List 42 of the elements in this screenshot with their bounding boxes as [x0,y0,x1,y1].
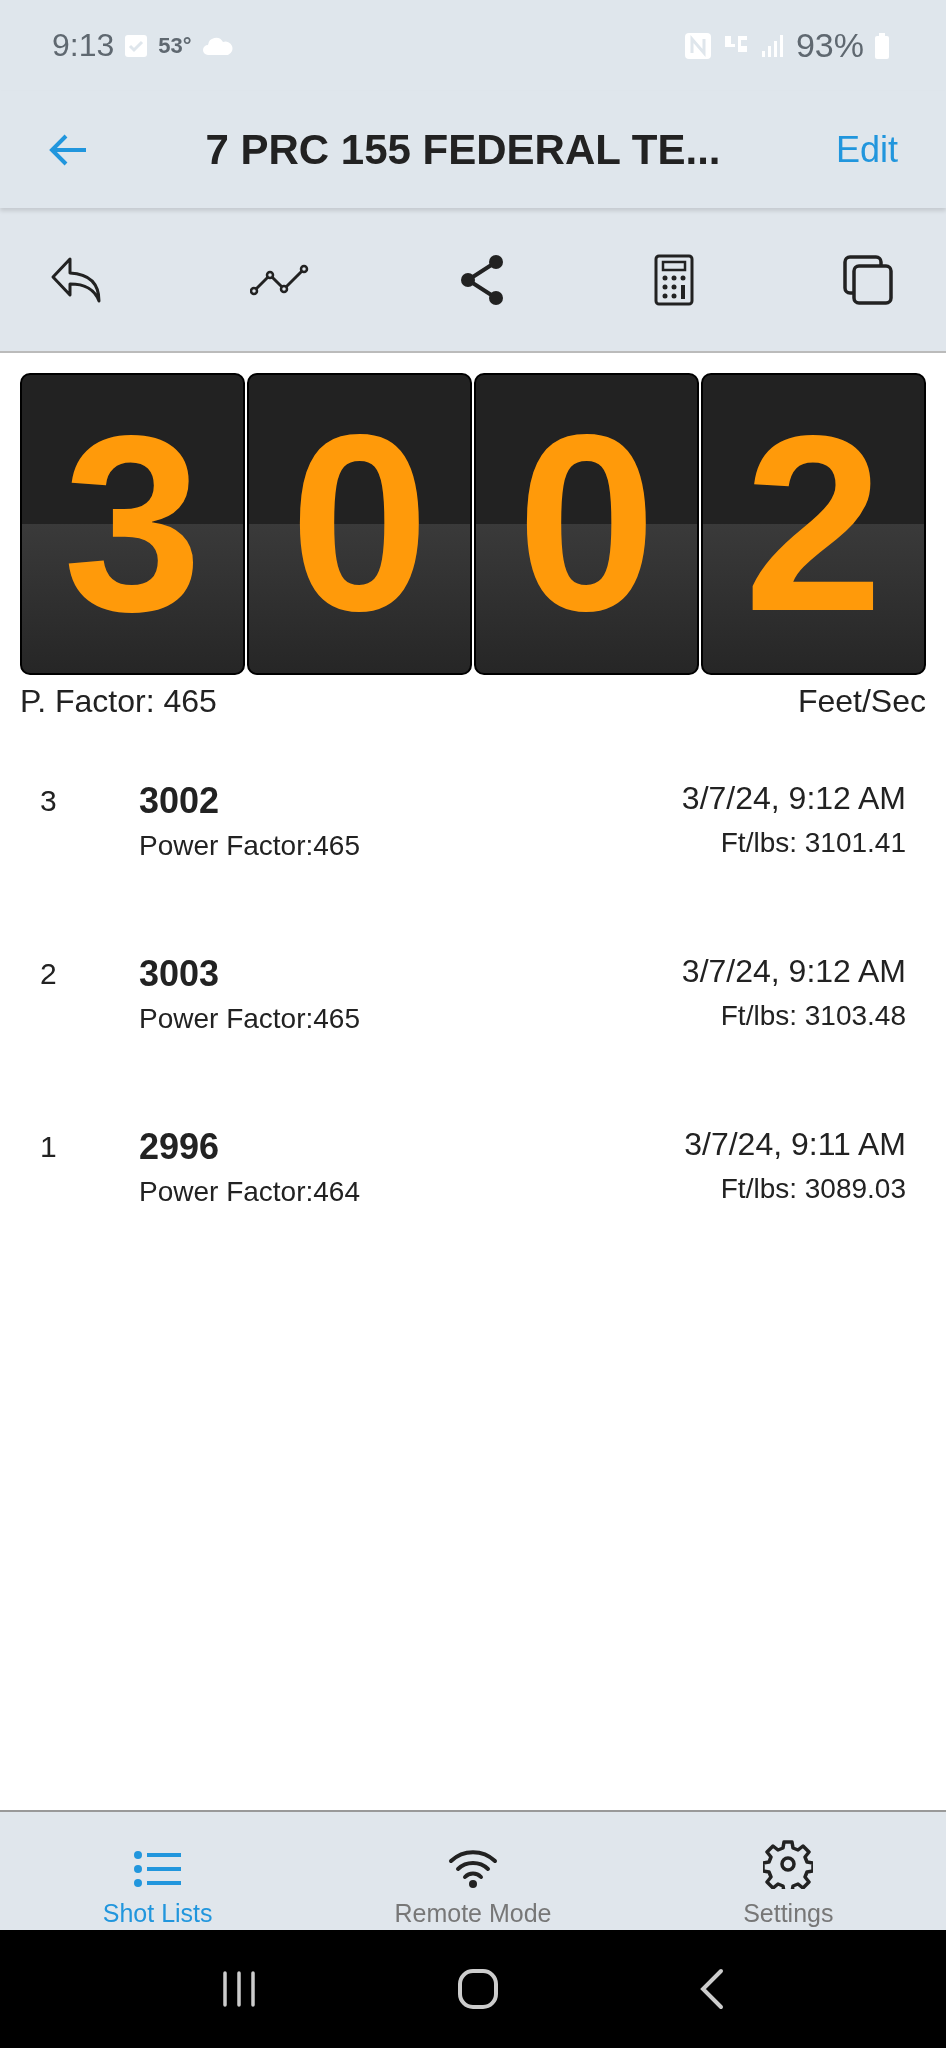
nav-tab[interactable]: Remote Mode [315,1812,631,1930]
shot-number: 3 [40,783,58,818]
shot-time: 3/7/24, 9:11 AM [684,1126,906,1163]
nfc-icon [683,31,712,60]
power-factor: Power Factor:464 [139,1176,361,1208]
share-icon[interactable] [458,253,506,306]
shot-time: 3/7/24, 9:12 AM [681,780,906,817]
shot-speed: 3002 [139,780,221,822]
power-factor: Power Factor:465 [139,1003,361,1035]
shot-number: 2 [40,956,58,991]
shot-speed: 2996 [139,1126,221,1168]
digit-tile: 0 [474,373,699,675]
battery-icon [874,32,890,59]
signal-icon [759,32,786,59]
shot-energy: Ft/lbs: 3089.03 [720,1173,906,1205]
edit-button[interactable]: Edit [835,128,898,171]
wifi-icon [448,1847,498,1889]
cloud-icon [201,35,234,56]
digit-tile: 3 [20,373,245,675]
shot-time: 3/7/24, 9:12 AM [681,953,906,990]
battery-level: 93% [795,26,864,65]
shot-speed: 3003 [139,953,221,995]
nav-tab[interactable]: Settings [630,1812,946,1930]
digit-tile: 0 [247,373,472,675]
digit-tile: 2 [701,373,926,675]
list-icon [132,1849,183,1889]
home-icon[interactable] [456,1967,500,2011]
settings-icon [763,1839,814,1889]
nav-tab[interactable]: Shot Lists [0,1812,316,1930]
copy-icon[interactable] [842,253,894,306]
unit-label: Feet/Sec [797,683,926,720]
shot-number: 1 [40,1129,58,1164]
page-title: 7 PRC 155 FEDERAL TE... [204,125,722,174]
shot-energy: Ft/lbs: 3101.41 [720,827,906,859]
shot-energy: Ft/lbs: 3103.48 [720,1000,906,1032]
temperature: 53° [158,32,192,59]
calculator-icon[interactable] [654,253,694,306]
checkbox-icon [124,33,149,58]
line-chart-icon[interactable] [250,262,310,297]
clock: 9:13 [52,27,115,64]
power-factor: Power Factor:465 [139,830,361,862]
power-factor-label: P. Factor: 465 [20,683,217,720]
